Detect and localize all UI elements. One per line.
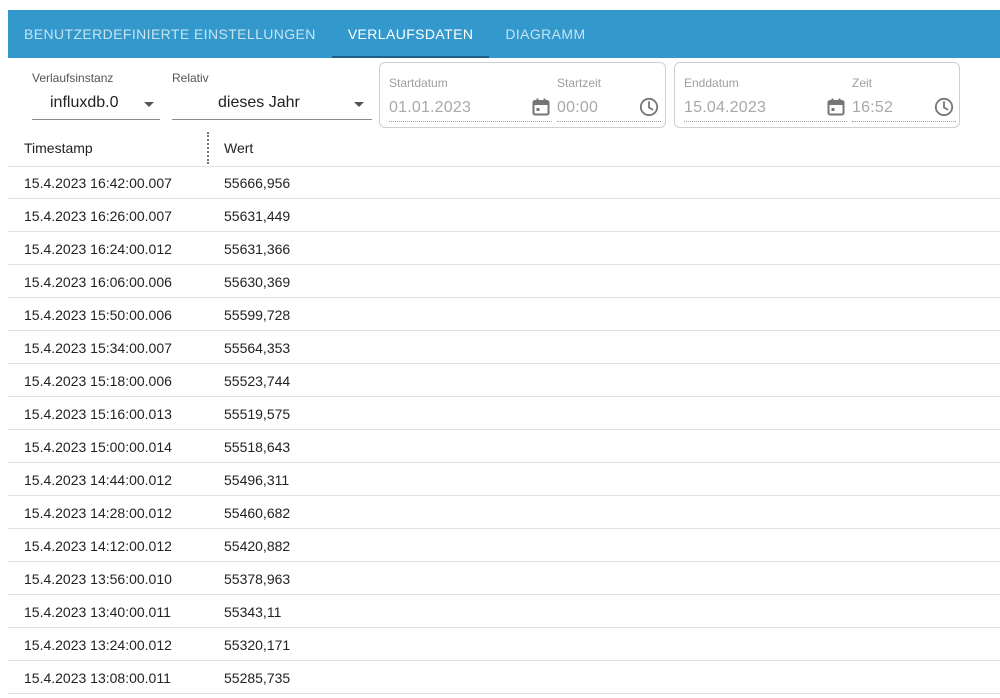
start-date-field[interactable]: Startdatum 01.01.2023: [389, 63, 552, 127]
timestamp-cell: 15.4.2023 16:24:00.012: [24, 241, 172, 257]
start-date-value: 01.01.2023: [389, 99, 472, 116]
instance-select[interactable]: Verlaufsinstanz influxdb.0: [32, 62, 160, 120]
clock-icon[interactable]: [934, 97, 954, 117]
timestamp-cell: 15.4.2023 15:18:00.006: [24, 373, 172, 389]
start-time-label: Startzeit: [557, 76, 602, 90]
table-row[interactable]: 15.4.2023 15:00:00.014 55518,643: [8, 430, 1000, 463]
table-row[interactable]: 15.4.2023 13:56:00.010 55378,963: [8, 562, 1000, 595]
timestamp-cell: 15.4.2023 15:50:00.006: [24, 307, 172, 323]
value-cell: 55320,171: [224, 637, 291, 653]
table-row[interactable]: 15.4.2023 15:18:00.006 55523,744: [8, 364, 1000, 397]
timestamp-cell: 15.4.2023 15:00:00.014: [24, 439, 172, 455]
field-underline: [852, 121, 956, 122]
timestamp-cell: 15.4.2023 13:08:00.011: [24, 670, 171, 686]
instance-select-value: influxdb.0: [50, 94, 119, 111]
timestamp-cell: 15.4.2023 13:56:00.010: [24, 571, 172, 587]
value-cell: 55523,744: [224, 373, 291, 389]
timestamp-cell: 15.4.2023 16:42:00.007: [24, 175, 172, 191]
relative-select-label: Relativ: [172, 71, 209, 85]
start-date-label: Startdatum: [389, 76, 448, 90]
column-header-value[interactable]: Wert: [224, 140, 253, 156]
table-header: Timestamp Wert: [8, 130, 1000, 167]
table-row[interactable]: 15.4.2023 14:12:00.012 55420,882: [8, 529, 1000, 562]
table-row[interactable]: 15.4.2023 14:44:00.012 55496,311: [8, 463, 1000, 496]
column-header-timestamp[interactable]: Timestamp: [24, 140, 93, 156]
timestamp-cell: 15.4.2023 14:28:00.012: [24, 505, 172, 521]
table-body: 15.4.2023 16:42:00.007 55666,956 15.4.2023…: [8, 166, 1000, 694]
timestamp-cell: 15.4.2023 14:44:00.012: [24, 472, 172, 488]
end-date-field[interactable]: Enddatum 15.04.2023: [684, 63, 847, 127]
value-cell: 55496,311: [224, 472, 290, 488]
end-time-label: Zeit: [852, 76, 873, 90]
value-cell: 55630,369: [224, 274, 291, 290]
value-cell: 55631,366: [224, 241, 291, 257]
field-underline: [557, 121, 661, 122]
value-cell: 55343,11: [224, 604, 282, 620]
tab-history-data[interactable]: Verlaufsdaten: [331, 10, 490, 58]
value-cell: 55519,575: [224, 406, 291, 422]
tab-custom-settings[interactable]: Benutzerdefinierte Einstellungen: [8, 10, 332, 58]
table-row[interactable]: 15.4.2023 16:42:00.007 55666,956: [8, 166, 1000, 199]
tab-bar: Benutzerdefinierte Einstellungen Verlauf…: [8, 10, 1000, 58]
timestamp-cell: 15.4.2023 13:24:00.012: [24, 637, 172, 653]
select-underline: [32, 119, 160, 120]
timestamp-cell: 15.4.2023 14:12:00.012: [24, 538, 172, 554]
tab-chart[interactable]: Diagramm: [489, 10, 601, 58]
value-cell: 55285,735: [224, 670, 291, 686]
table-row[interactable]: 15.4.2023 13:08:00.011 55285,735: [8, 661, 1000, 694]
timestamp-cell: 15.4.2023 15:34:00.007: [24, 340, 172, 356]
column-resize-handle[interactable]: [207, 132, 209, 164]
table-row[interactable]: 15.4.2023 15:50:00.006 55599,728: [8, 298, 1000, 331]
table-row[interactable]: 15.4.2023 13:24:00.012 55320,171: [8, 628, 1000, 661]
end-date-label: Enddatum: [684, 76, 739, 90]
calendar-icon[interactable]: [826, 97, 846, 117]
table-row[interactable]: 15.4.2023 15:16:00.013 55519,575: [8, 397, 1000, 430]
value-cell: 55518,643: [224, 439, 291, 455]
chevron-down-icon: [144, 102, 154, 107]
table-row[interactable]: 15.4.2023 14:28:00.012 55460,682: [8, 496, 1000, 529]
timestamp-cell: 15.4.2023 15:16:00.013: [24, 406, 172, 422]
end-datetime-group: Enddatum 15.04.2023 Zeit 16:52: [674, 62, 960, 128]
value-cell: 55420,882: [224, 538, 291, 554]
instance-select-label: Verlaufsinstanz: [32, 71, 114, 85]
timestamp-cell: 15.4.2023 16:26:00.007: [24, 208, 172, 224]
start-datetime-group: Startdatum 01.01.2023 Startzeit 00:00: [379, 62, 666, 128]
table-row[interactable]: 15.4.2023 16:24:00.012 55631,366: [8, 232, 1000, 265]
relative-select[interactable]: Relativ dieses Jahr: [172, 62, 372, 120]
table-row[interactable]: 15.4.2023 15:34:00.007 55564,353: [8, 331, 1000, 364]
table-row[interactable]: 15.4.2023 13:40:00.011 55343,11: [8, 595, 1000, 628]
calendar-icon[interactable]: [531, 97, 551, 117]
field-underline: [684, 121, 847, 122]
table-row[interactable]: 15.4.2023 16:26:00.007 55631,449: [8, 199, 1000, 232]
table-row[interactable]: 15.4.2023 16:06:00.006 55630,369: [8, 265, 1000, 298]
start-time-value: 00:00: [557, 99, 599, 116]
value-cell: 55378,963: [224, 571, 291, 587]
value-cell: 55599,728: [224, 307, 291, 323]
value-cell: 55460,682: [224, 505, 291, 521]
chevron-down-icon: [354, 102, 364, 107]
value-cell: 55631,449: [224, 208, 291, 224]
end-time-value: 16:52: [852, 99, 894, 116]
timestamp-cell: 15.4.2023 16:06:00.006: [24, 274, 172, 290]
field-underline: [389, 121, 552, 122]
end-date-value: 15.04.2023: [684, 99, 767, 116]
value-cell: 55666,956: [224, 175, 291, 191]
select-underline: [172, 119, 372, 120]
relative-select-value: dieses Jahr: [218, 94, 300, 111]
start-time-field[interactable]: Startzeit 00:00: [557, 63, 661, 127]
clock-icon[interactable]: [639, 97, 659, 117]
value-cell: 55564,353: [224, 340, 291, 356]
timestamp-cell: 15.4.2023 13:40:00.011: [24, 604, 171, 620]
end-time-field[interactable]: Zeit 16:52: [852, 63, 956, 127]
